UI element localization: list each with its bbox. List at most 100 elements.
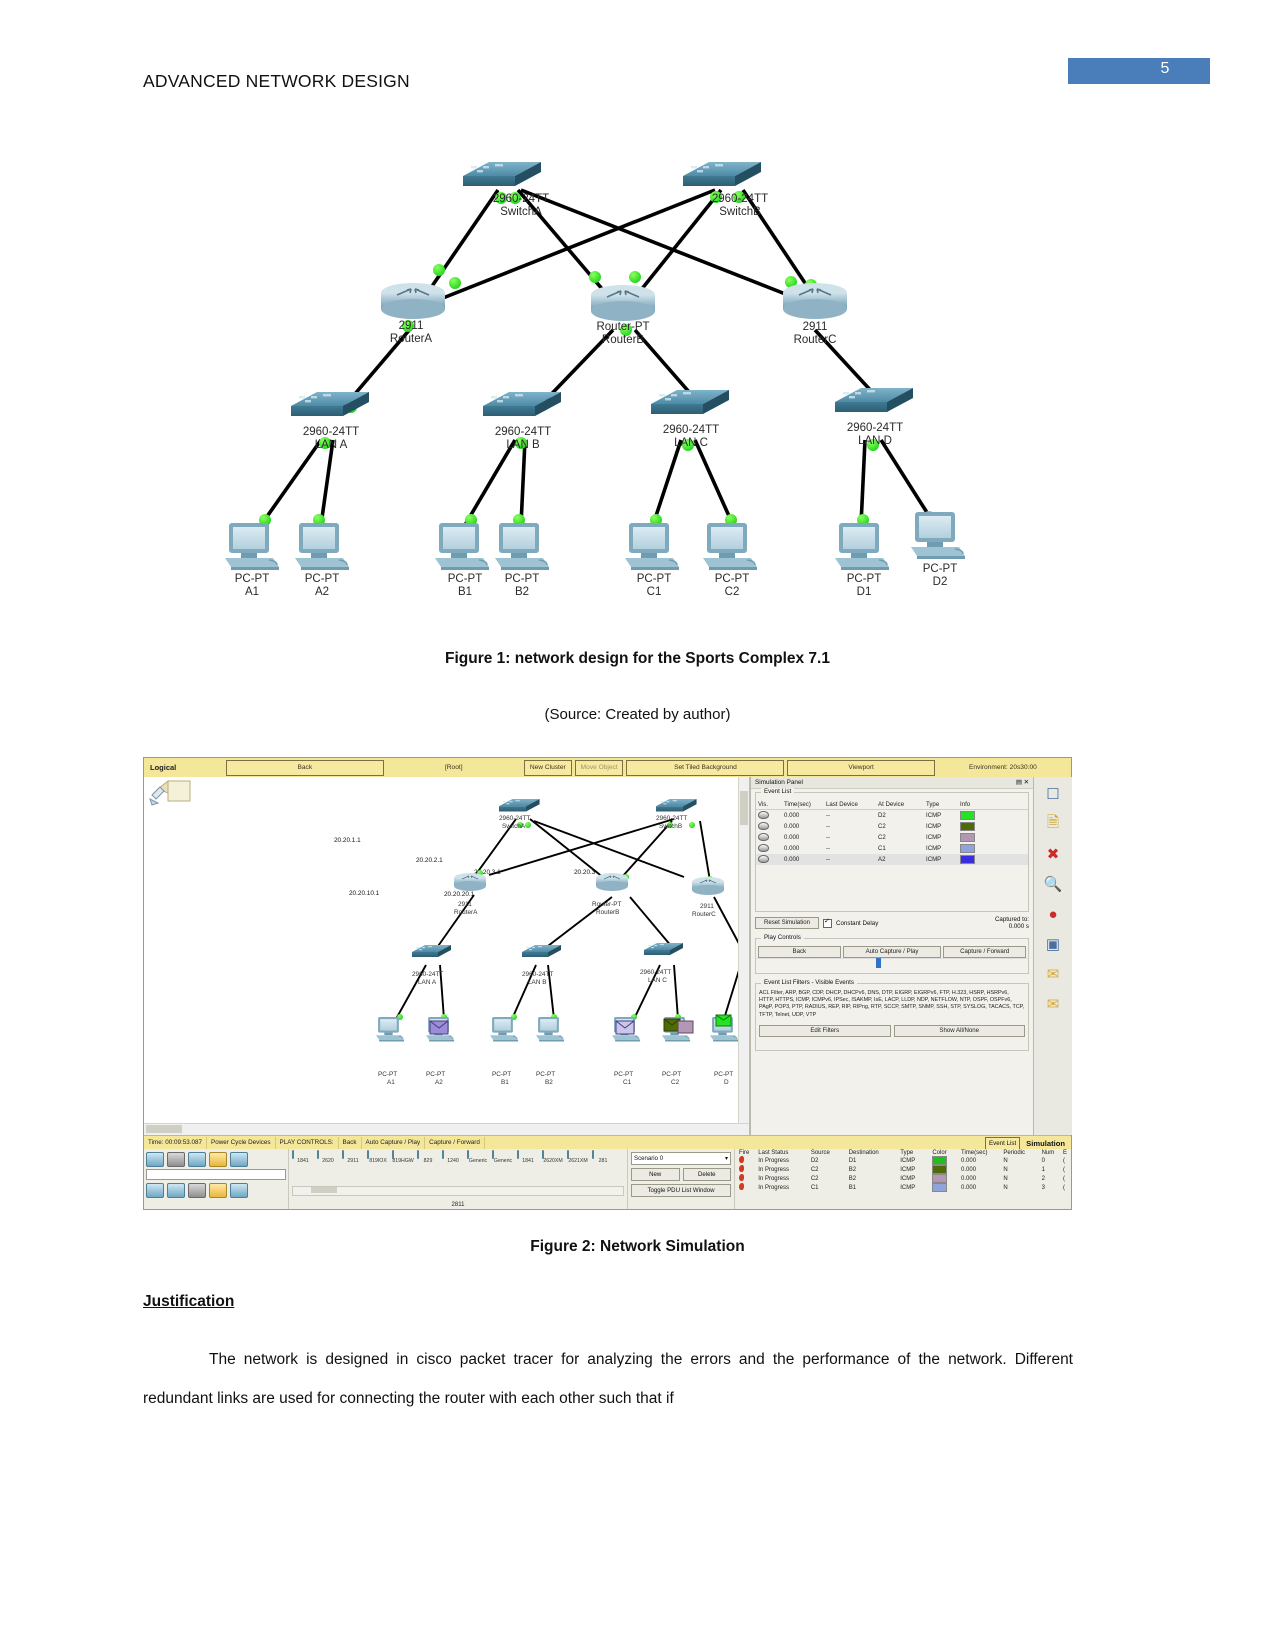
device-pc-b1[interactable] — [434, 522, 490, 571]
event-list-row[interactable]: 0.000 -- A2 ICMP — [756, 854, 1028, 865]
pdu-list-table[interactable]: Fire Last Status Source Destination Type… — [737, 1150, 1069, 1192]
device-model-item[interactable]: 1841 — [292, 1150, 314, 1164]
scenario-select[interactable]: Scenario 0 ▾ — [631, 1152, 731, 1165]
connections-category-icon[interactable] — [209, 1152, 227, 1167]
pt-device-routerb[interactable] — [595, 872, 629, 892]
status-back-button[interactable]: Back — [339, 1137, 362, 1149]
device-model-item[interactable]: 2911 — [342, 1150, 364, 1164]
pt-device-switcha[interactable] — [499, 799, 540, 812]
toggle-pdu-list-window-button[interactable]: Toggle PDU List Window — [631, 1184, 731, 1197]
event-list-table[interactable]: Vis. Time(sec) Last Device At Device Typ… — [756, 800, 1028, 865]
pdu-edit[interactable]: ( — [1061, 1183, 1069, 1192]
device-model-item[interactable]: 2620XM — [542, 1150, 564, 1164]
canvas-vertical-scrollbar[interactable] — [738, 777, 749, 1123]
inspect-tool-icon[interactable]: 🔍 — [1040, 871, 1066, 897]
pt-device-a1[interactable] — [375, 1016, 405, 1042]
event-vis-icon[interactable] — [756, 810, 782, 822]
device-pc-d1[interactable] — [834, 522, 890, 571]
toolbar-move-object-button[interactable]: Move Object — [575, 759, 624, 776]
resize-tool-icon[interactable]: ▣ — [1040, 931, 1066, 957]
end-devices-category-icon[interactable] — [230, 1152, 248, 1167]
note-tool-icon[interactable]: 🗎 — [1040, 811, 1066, 837]
event-list-row[interactable]: 0.000 -- C2 ICMP — [756, 821, 1028, 832]
pdu-row[interactable]: In Progress C1 B1 ICMP 0.000 N 3 ( — [737, 1183, 1069, 1192]
device-grid-scrollbar[interactable] — [292, 1186, 624, 1196]
routers-category-icon[interactable] — [146, 1152, 164, 1167]
custom-made-category-icon[interactable] — [188, 1183, 206, 1198]
new-scenario-button[interactable]: New — [631, 1168, 680, 1181]
status-auto-capture-play-button[interactable]: Auto Capture / Play — [362, 1137, 426, 1149]
event-list-row[interactable]: 0.000 -- C2 ICMP — [756, 832, 1028, 843]
pt-device-lana[interactable] — [412, 945, 451, 957]
event-list-row[interactable]: 0.000 -- D2 ICMP — [756, 810, 1028, 822]
device-lan-a[interactable] — [291, 392, 369, 416]
pdu-list-table-wrap[interactable]: Fire Last Status Source Destination Type… — [734, 1149, 1071, 1209]
pt-device-b2[interactable] — [535, 1016, 565, 1042]
device-model-item[interactable]: 2620 — [317, 1150, 339, 1164]
wan-emulation-category-icon[interactable] — [167, 1183, 185, 1198]
device-model-item[interactable]: 1240 — [442, 1150, 464, 1164]
status-capture-forward-button[interactable]: Capture / Forward — [425, 1137, 485, 1149]
device-router-b[interactable] — [590, 284, 656, 322]
device-pc-a1[interactable] — [224, 522, 280, 571]
device-model-item[interactable]: 2621XM — [567, 1150, 589, 1164]
pdu-fire-icon[interactable] — [737, 1183, 756, 1192]
auto-capture-play-button[interactable]: Auto Capture / Play — [842, 946, 942, 958]
hubs-category-icon[interactable] — [188, 1152, 206, 1167]
device-type-palette[interactable] — [144, 1149, 288, 1209]
chevron-down-icon[interactable]: ▾ — [725, 1155, 728, 1162]
toolbar-new-cluster-button[interactable]: New Cluster — [523, 759, 572, 776]
reset-simulation-button[interactable]: Reset Simulation — [755, 917, 819, 929]
device-model-item[interactable]: 1841 — [517, 1150, 539, 1164]
pt-device-routerc[interactable] — [691, 876, 725, 896]
event-list-row[interactable]: 0.000 -- C1 ICMP — [756, 843, 1028, 854]
event-vis-icon[interactable] — [756, 843, 782, 854]
device-search-input[interactable] — [146, 1169, 286, 1180]
device-router-a[interactable] — [380, 282, 446, 320]
switches-category-icon[interactable] — [167, 1152, 185, 1167]
device-model-item[interactable]: 829 — [417, 1150, 439, 1164]
toolbar-back-button[interactable]: Back — [225, 759, 384, 776]
select-tool-icon[interactable]: ☐ — [1040, 781, 1066, 807]
play-back-button[interactable]: Back — [758, 946, 841, 958]
toolbar-viewport-button[interactable]: Viewport — [787, 759, 935, 776]
device-lan-d[interactable] — [835, 388, 913, 412]
constant-delay-checkbox[interactable]: ✓ — [823, 918, 832, 928]
device-pc-c2[interactable] — [702, 522, 758, 571]
add-complex-pdu-icon[interactable]: ✉ — [1040, 991, 1066, 1017]
record-tool-icon[interactable]: ● — [1040, 901, 1066, 927]
canvas-horizontal-scrollbar[interactable] — [144, 1123, 749, 1135]
toolbar-mode-logical[interactable]: Logical — [144, 763, 226, 772]
device-switch-b[interactable] — [683, 162, 761, 186]
device-model-item[interactable]: Generic — [467, 1150, 489, 1164]
pdu-fire-icon[interactable] — [737, 1165, 756, 1174]
delete-scenario-button[interactable]: Delete — [682, 1168, 731, 1181]
pt-device-lanb[interactable] — [522, 945, 561, 957]
pt-device-routera[interactable] — [453, 872, 487, 892]
pt-device-switchb[interactable] — [656, 799, 697, 812]
status-power-cycle-devices[interactable]: Power Cycle Devices — [207, 1137, 276, 1149]
play-speed-slider[interactable] — [756, 958, 1028, 968]
device-model-item[interactable]: 819HGW — [392, 1150, 414, 1164]
pt-device-b1[interactable] — [489, 1016, 519, 1042]
pdu-row[interactable]: In Progress C2 B2 ICMP 0.000 N 1 ( — [737, 1165, 1069, 1174]
pt-workspace-canvas[interactable]: 20.20.1.1 20.20.2.1 20.20.3.1 20.20.3 20… — [144, 777, 750, 1135]
add-simple-pdu-icon[interactable]: ✉ — [1040, 961, 1066, 987]
device-pc-b2[interactable] — [494, 522, 550, 571]
event-vis-icon[interactable] — [756, 854, 782, 865]
wireless-category-icon[interactable] — [146, 1183, 164, 1198]
pdu-row[interactable]: In Progress C2 B2 ICMP 0.000 N 2 ( — [737, 1174, 1069, 1183]
components-category-icon[interactable] — [230, 1183, 248, 1198]
simulation-panel-window-controls[interactable]: ▤ ✕ — [1016, 777, 1029, 788]
delete-tool-icon[interactable]: ✖ — [1040, 841, 1066, 867]
event-vis-icon[interactable] — [756, 821, 782, 832]
pdu-edit[interactable]: ( — [1061, 1156, 1069, 1165]
pdu-edit[interactable]: ( — [1061, 1174, 1069, 1183]
device-model-item[interactable]: Generic — [492, 1150, 514, 1164]
device-lan-c[interactable] — [651, 390, 729, 414]
device-pc-c1[interactable] — [624, 522, 680, 571]
device-pc-a2[interactable] — [294, 522, 350, 571]
device-switch-a[interactable] — [463, 162, 541, 186]
pdu-fire-icon[interactable] — [737, 1156, 756, 1165]
edit-filters-button[interactable]: Edit Filters — [759, 1025, 891, 1037]
